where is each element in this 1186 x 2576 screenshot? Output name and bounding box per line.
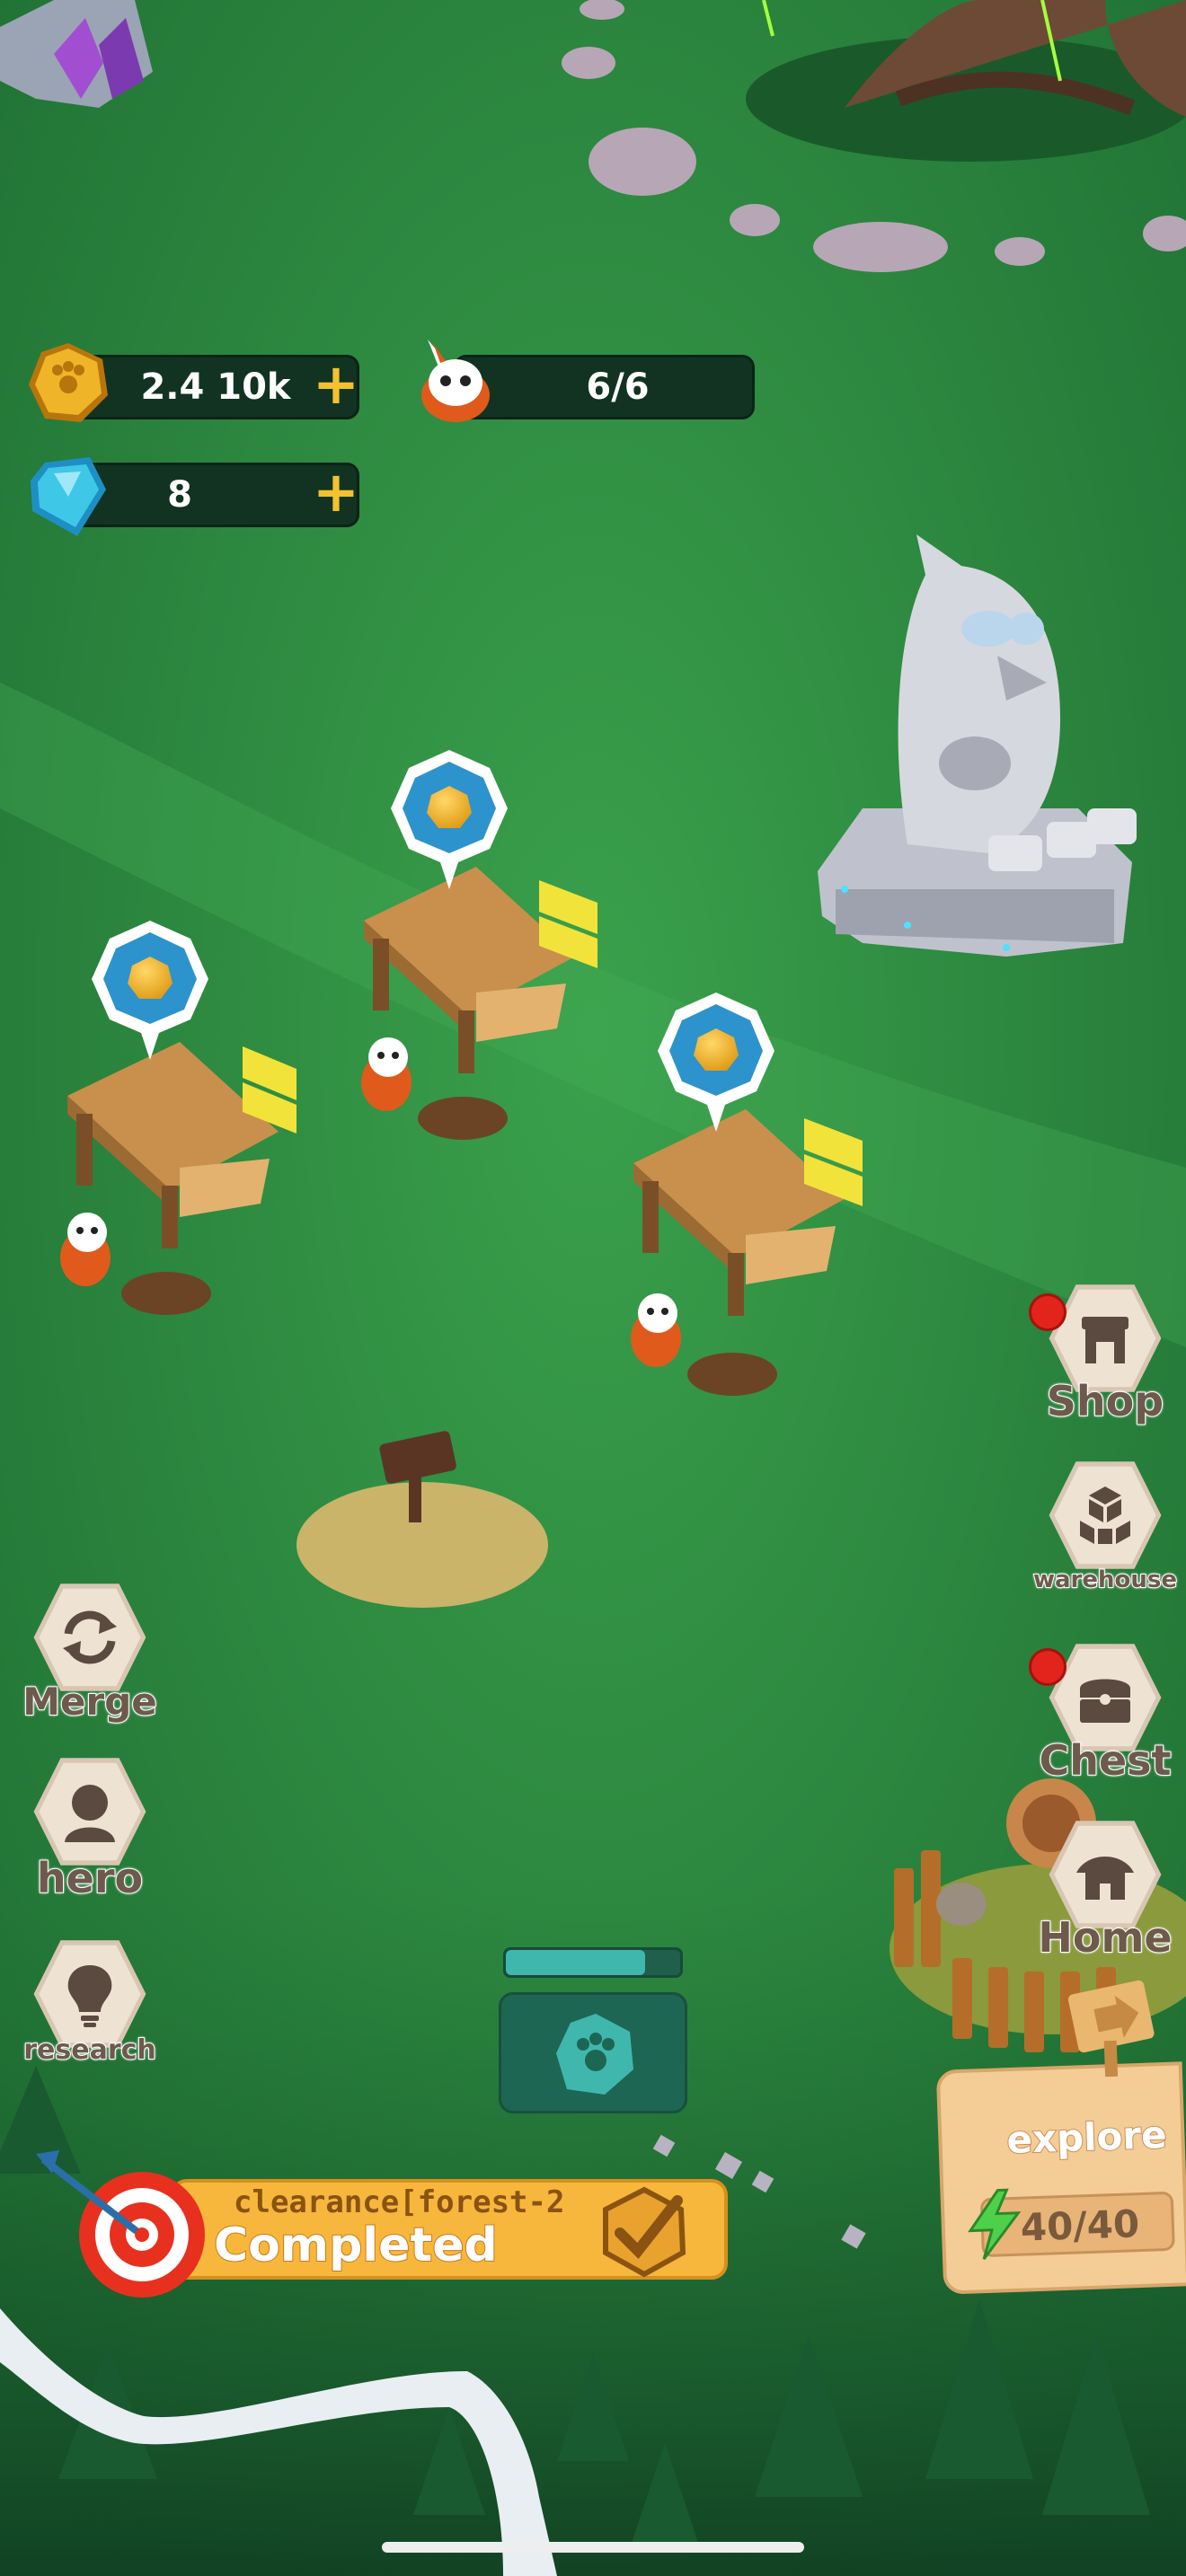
lightning-icon bbox=[968, 2188, 1022, 2261]
chest-button[interactable]: Chest bbox=[1029, 1639, 1182, 1801]
shop-notification-dot bbox=[1029, 1293, 1067, 1331]
merge-button[interactable]: Merge bbox=[13, 1579, 166, 1741]
warehouse-label: warehouse bbox=[1032, 1566, 1178, 1594]
arrow-right-icon bbox=[1067, 1980, 1155, 2078]
target-icon bbox=[36, 2150, 205, 2298]
collect-progress-fill bbox=[506, 1950, 646, 1975]
research-button[interactable]: research bbox=[13, 1936, 166, 2097]
hero-label: hero bbox=[36, 1853, 144, 1903]
explore-label: explore bbox=[1005, 2112, 1169, 2163]
coin-icon bbox=[29, 343, 108, 422]
explore-energy: 40/40 bbox=[1020, 2201, 1140, 2250]
quest-title: clearance[forest-2 bbox=[234, 2184, 565, 2220]
quest-status: Completed bbox=[213, 2218, 499, 2273]
hero-button[interactable]: hero bbox=[13, 1753, 166, 1915]
hero-icon bbox=[65, 1785, 115, 1842]
quest-banner[interactable]: clearance[forest-2 Completed bbox=[36, 2147, 728, 2299]
shop-button[interactable]: Shop bbox=[1029, 1280, 1182, 1442]
chest-label: Chest bbox=[1038, 1735, 1172, 1786]
merge-label: Merge bbox=[22, 1679, 158, 1725]
collect-button[interactable] bbox=[499, 1992, 687, 2113]
collect-progress-bar bbox=[503, 1947, 683, 1978]
lightbulb-icon bbox=[67, 1965, 112, 2027]
add-coins-button[interactable]: + bbox=[313, 357, 359, 412]
paw-coin-icon bbox=[556, 2014, 633, 2095]
home-label: Home bbox=[1037, 1912, 1173, 1963]
gem-value: 8 bbox=[167, 474, 192, 516]
check-icon bbox=[603, 2186, 686, 2278]
merge-icon bbox=[63, 1610, 117, 1664]
house-icon bbox=[1076, 1857, 1134, 1900]
shop-icon bbox=[1082, 1317, 1128, 1363]
gem-icon bbox=[31, 457, 106, 536]
explore-button[interactable]: explore 40/40 bbox=[935, 1980, 1186, 2295]
chest-notification-dot bbox=[1029, 1648, 1067, 1686]
research-label: research bbox=[22, 2033, 157, 2067]
chest-icon bbox=[1080, 1679, 1130, 1723]
worker-icon bbox=[421, 340, 490, 422]
coin-value: 2.4 10k bbox=[140, 366, 291, 408]
worker-value: 6/6 bbox=[586, 366, 650, 408]
crates-icon bbox=[1080, 1486, 1130, 1544]
warehouse-button[interactable]: warehouse bbox=[1029, 1457, 1182, 1619]
shop-label: Shop bbox=[1046, 1376, 1164, 1426]
home-indicator[interactable] bbox=[382, 2542, 804, 2553]
home-button[interactable]: Home bbox=[1029, 1816, 1182, 1978]
add-gems-button[interactable]: + bbox=[313, 464, 359, 520]
